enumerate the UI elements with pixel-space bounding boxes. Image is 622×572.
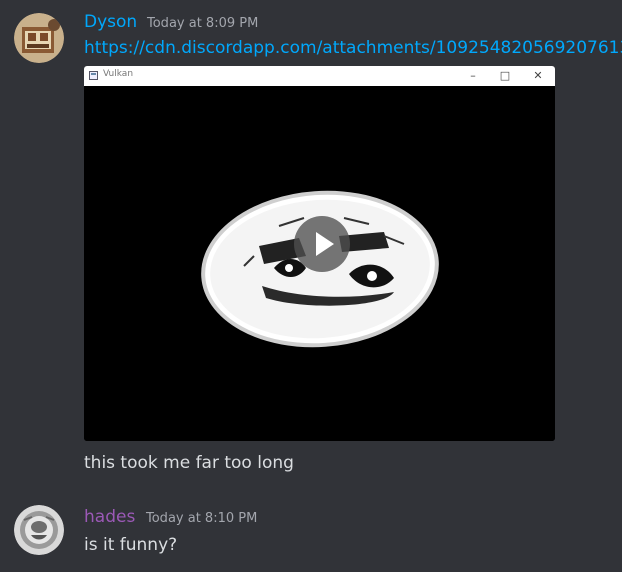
window-titlebar: Vulkan – □ ✕ bbox=[84, 66, 555, 87]
window-title: Vulkan bbox=[103, 69, 134, 79]
username-dyson[interactable]: Dyson bbox=[84, 12, 137, 32]
avatar-hades[interactable] bbox=[14, 505, 64, 555]
video-embed[interactable]: Vulkan – □ ✕ bbox=[84, 66, 555, 441]
username-hades[interactable]: hades bbox=[84, 507, 135, 527]
attachment-link[interactable]: https://cdn.discordapp.com/attachments/1… bbox=[84, 38, 622, 58]
close-icon[interactable]: ✕ bbox=[530, 68, 546, 84]
app-icon bbox=[89, 71, 98, 80]
message-text: this took me far too long bbox=[84, 453, 294, 473]
avatar-dyson[interactable] bbox=[14, 13, 64, 63]
maximize-icon[interactable]: □ bbox=[497, 68, 513, 84]
message-text: is it funny? bbox=[84, 535, 178, 555]
minimize-icon[interactable]: – bbox=[465, 68, 481, 84]
play-icon[interactable] bbox=[294, 216, 350, 272]
timestamp: Today at 8:10 PM bbox=[146, 511, 258, 526]
timestamp: Today at 8:09 PM bbox=[147, 16, 259, 31]
message-hades: hades Today at 8:10 PM is it funny? bbox=[0, 490, 622, 572]
message-dyson: Dyson Today at 8:09 PM https://cdn.disco… bbox=[0, 0, 622, 490]
